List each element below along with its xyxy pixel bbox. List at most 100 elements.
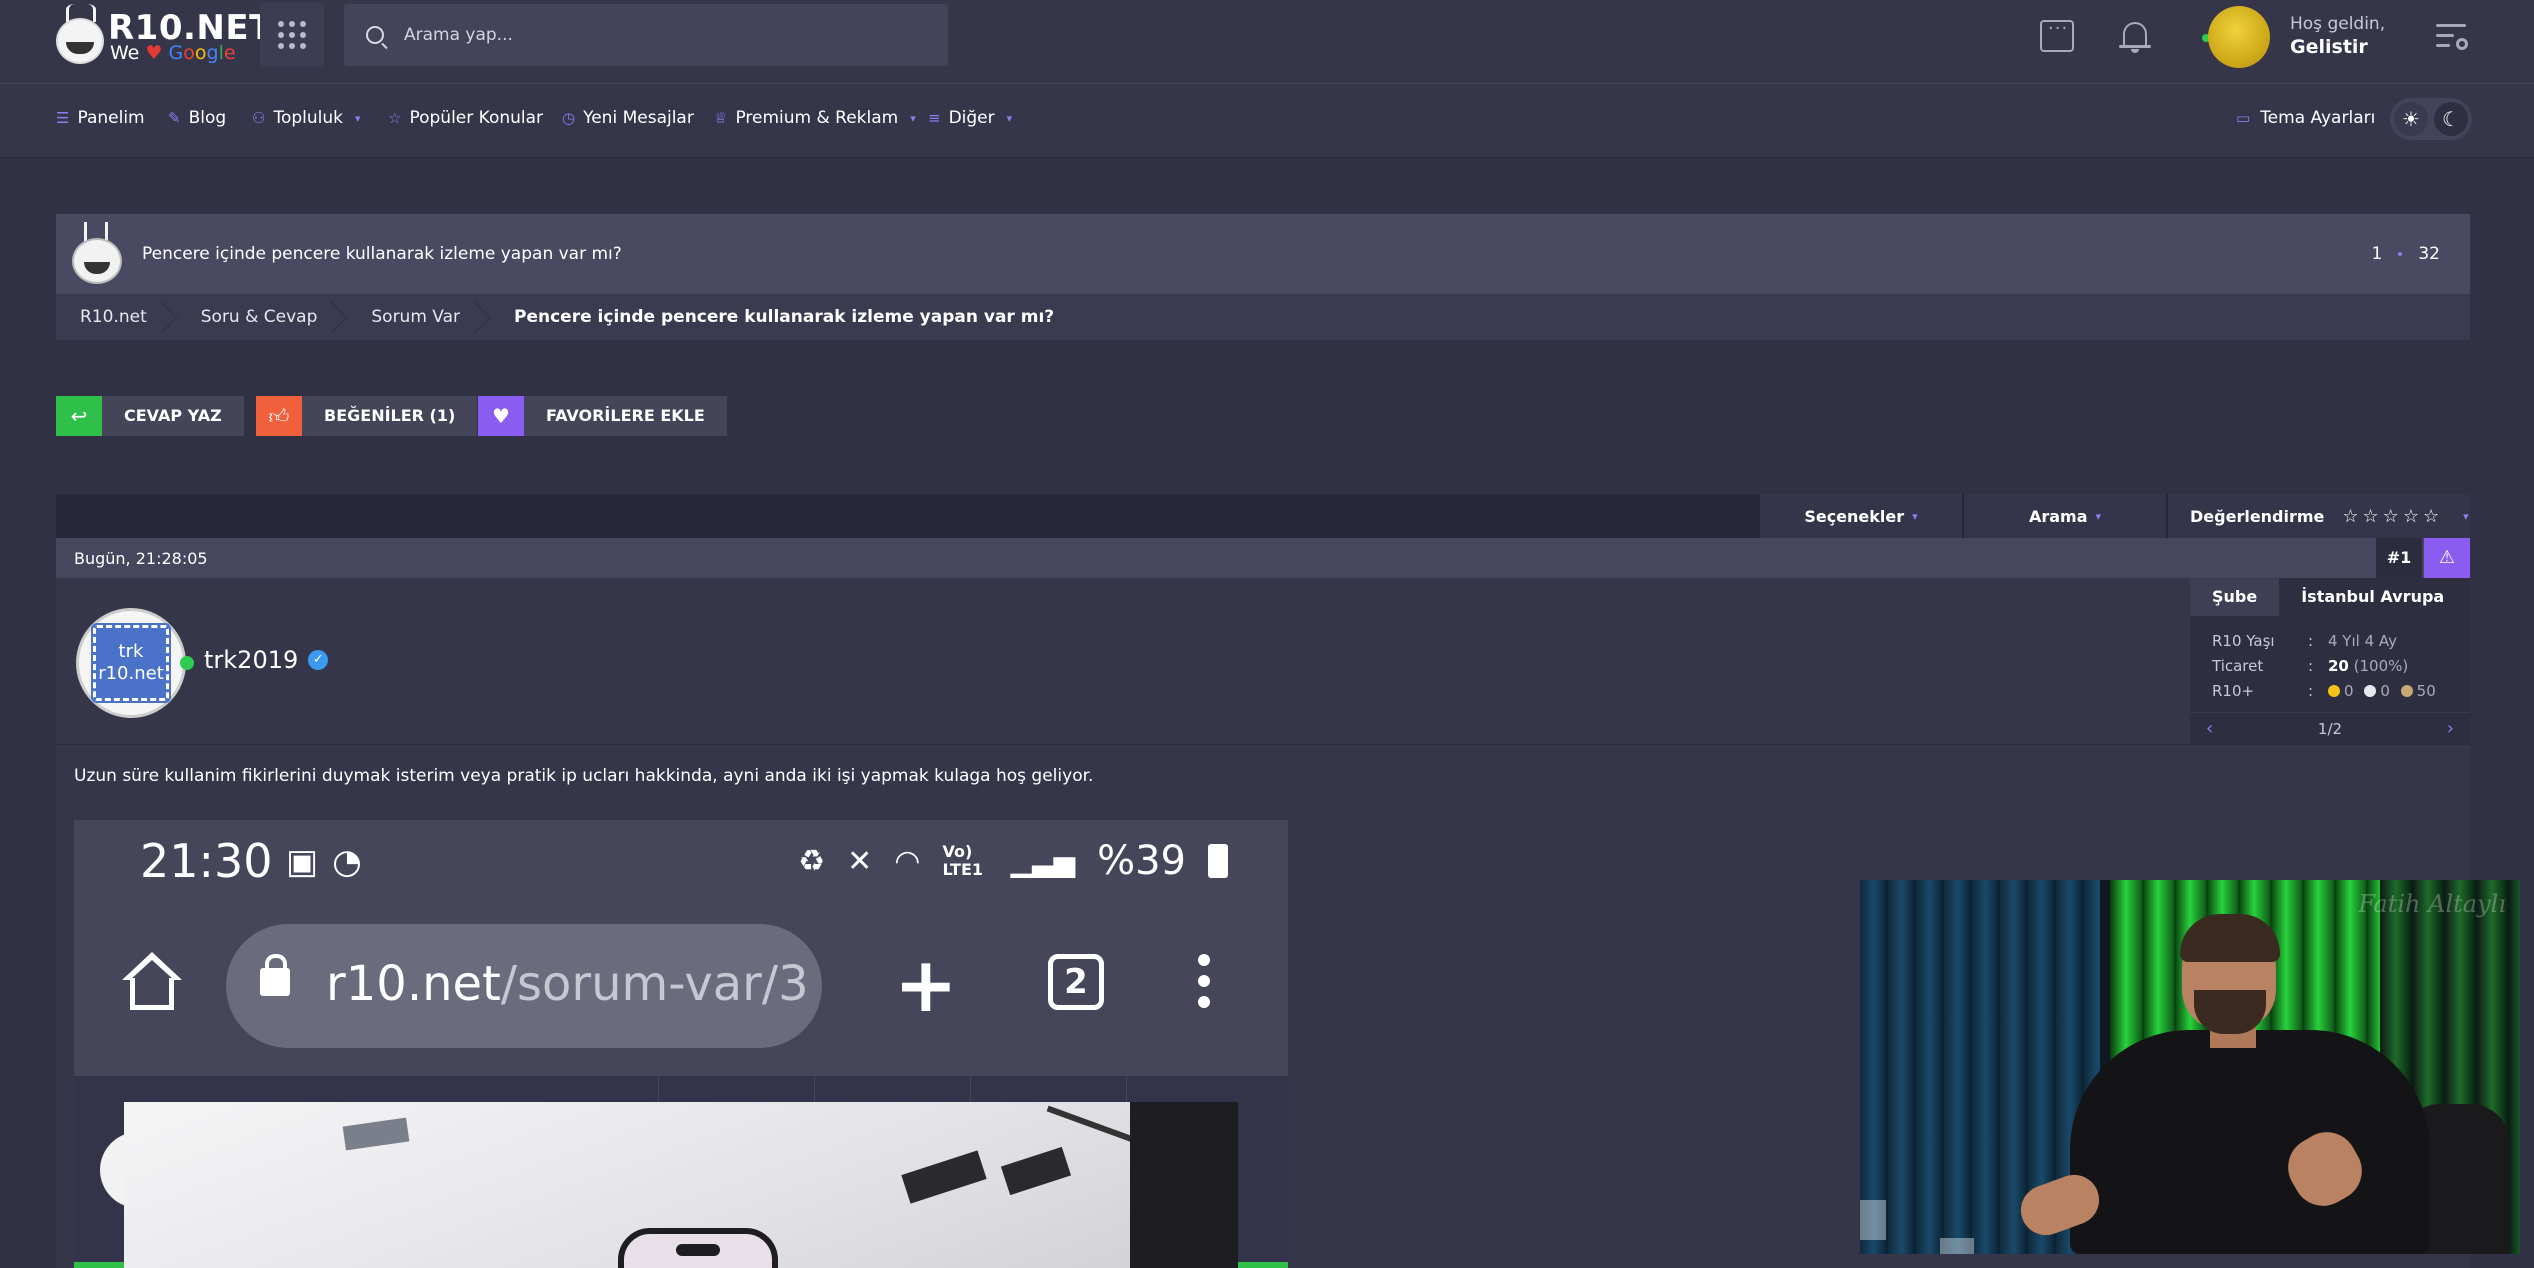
welcome-text: Hoş geldin, [2290,14,2386,34]
rating-dropdown[interactable]: Değerlendirme ☆☆☆☆☆ ▾ [2168,494,2470,538]
phone-browser-bar: r10.net/sorum-var/3 + 2 [74,910,1288,1076]
breadcrumb-item[interactable]: R10.net [56,294,177,340]
post-date: Bugün, 21:28:05 [74,549,208,568]
signal-icon: ▁▃▅ [1010,844,1076,878]
mute-icon: ✕ [847,843,873,879]
post-text: Uzun süre kullanim fikirlerini duymak is… [74,766,1094,786]
bronze-coin-icon [2400,685,2413,697]
tab-count: 2 [1048,954,1104,1010]
nav-populer-konular[interactable]: ☆ Popüler Konular [388,108,543,128]
thread-title: Pencere içinde pencere kullanarak izleme… [142,244,622,264]
add-favorite-button[interactable]: ♥ FAVORİLERE EKLE [478,396,727,436]
thread-pagination: 1 32 [2372,244,2440,264]
phone-status-bar: 21:30 ▣◔ ♻ ✕ ◠ Vo) LTE1 ▁▃▅ %39 [74,820,1288,910]
header-username[interactable]: Gelistir [2290,36,2368,58]
nav-premium-reklam[interactable]: ♕ Premium & Reklam ▾ [714,108,916,128]
post-header: Bugün, 21:28:05 #1 ⚠ [56,538,2470,578]
trophy-icon: ♕ [714,109,728,127]
breadcrumb: R10.net Soru & Cevap Sorum Var Pencere i… [56,294,2470,340]
chevron-down-icon: ▾ [2095,509,2102,523]
info-row: R10 Yaşı: 4 Yıl 4 Ay [2212,632,2398,650]
moon-icon[interactable]: ☾ [2434,102,2468,136]
nav-panelim[interactable]: ☰ Panelim [56,108,145,128]
breadcrumb-item[interactable]: Soru & Cevap [177,294,348,340]
nav-yeni-mesajlar[interactable]: ◷ Yeni Mesajlar [562,108,694,128]
phone-time: 21:30 [140,834,273,888]
site-logo[interactable]: R10.NET We ♥ Google [56,4,272,64]
pagination-separator [2398,252,2403,256]
chevron-left-icon[interactable]: ‹ [2206,718,2213,739]
gallery-whatsapp-icons: ▣◔ [286,842,376,882]
messages-icon[interactable] [2040,18,2074,52]
author-online-dot [180,656,194,670]
pip-video-thumbnail [124,1102,1238,1268]
nav-diger[interactable]: ≡ Diğer ▾ [928,108,1012,128]
chevron-down-icon: ▾ [354,111,361,125]
lock-icon [260,954,290,996]
author-name[interactable]: trk2019 ✓ [204,646,329,674]
author-avatar[interactable]: trk r10.net [76,608,186,718]
info-row: Ticaret: 20 (100%) [2212,657,2409,675]
calendar-icon: ▭ [2236,109,2251,127]
chevron-right-icon[interactable]: › [2447,718,2454,739]
chevron-down-icon: ▾ [1006,111,1013,125]
post-image[interactable]: 21:30 ▣◔ ♻ ✕ ◠ Vo) LTE1 ▁▃▅ %39 r10.net/… [74,820,1288,1268]
user-avatar[interactable] [2208,6,2270,68]
tab-istanbul-avrupa[interactable]: İstanbul Avrupa [2279,578,2466,616]
search-icon [366,26,384,44]
gold-coin-icon [2328,685,2340,697]
mascot-icon [72,220,122,284]
theme-settings-link[interactable]: ▭ Tema Ayarları [2236,108,2375,128]
tab-sube[interactable]: Şube [2190,578,2280,616]
more-vert-icon [1198,954,1210,1017]
author-info-panel: Şube İstanbul Avrupa R10 Yaşı: 4 Yıl 4 A… [2190,578,2470,744]
chevron-down-icon: ▾ [1912,509,1918,523]
main-nav: ☰ Panelim ✎ Blog ⚇ Topluluk ▾ ☆ Popüler … [0,84,2534,158]
sun-icon[interactable]: ☀ [2394,102,2428,136]
silver-coin-icon [2364,685,2377,697]
users-icon: ⚇ [252,109,266,127]
reply-icon: ↩ [56,396,102,436]
post-number[interactable]: #1 [2376,538,2422,578]
phone-url-field: r10.net/sorum-var/3 [226,924,822,1048]
picture-in-picture-video[interactable]: Fatih Altaylı [1860,880,2520,1254]
search-box [344,4,948,66]
breadcrumb-current: Pencere içinde pencere kullanarak izleme… [514,307,1055,327]
info-pager: ‹ 1/2 › [2190,712,2470,744]
verified-icon: ✓ [308,650,329,670]
battery-icon [1208,844,1228,878]
breadcrumb-item[interactable]: Sorum Var [347,294,490,340]
feather-icon: ✎ [168,109,181,127]
post-toolbar: Seçenekler ▾ Arama ▾ Değerlendirme ☆☆☆☆☆… [56,494,2470,538]
page-last[interactable]: 32 [2418,244,2440,264]
rating-stars[interactable]: ☆☆☆☆☆ [2342,506,2443,527]
search-input[interactable] [404,25,924,45]
notifications-icon[interactable] [2118,20,2152,53]
options-dropdown[interactable]: Seçenekler ▾ [1760,494,1962,538]
settings-menu-icon[interactable] [2436,24,2468,50]
theme-toggle[interactable]: ☀ ☾ [2390,98,2472,140]
likes-button[interactable]: 👍︎ BEĞENİLER (1) [256,396,478,436]
star-icon: ☆ [388,109,402,127]
home-icon [122,952,182,1012]
reply-button[interactable]: ↩ CEVAP YAZ [56,396,244,436]
heart-icon: ♥ [145,42,163,64]
logo-tagline: We ♥ Google [110,42,236,64]
page-current[interactable]: 1 [2372,244,2383,264]
info-row: R10+: 0 0 50 [2212,682,2436,700]
heart-icon: ♥ [478,396,524,436]
chevron-down-icon: ▾ [910,111,916,125]
logo-mascot-icon [56,18,104,64]
nav-blog[interactable]: ✎ Blog [168,108,226,128]
smartphone-image [618,1228,778,1268]
clock-icon: ◷ [562,109,576,127]
chevron-down-icon: ▾ [2463,509,2469,523]
thread-title-bar: Pencere içinde pencere kullanarak izleme… [56,214,2470,294]
report-icon[interactable]: ⚠ [2424,538,2470,578]
top-header: R10.NET We ♥ Google Hoş geldin, Gelistir [0,0,2534,84]
nav-topluluk[interactable]: ⚇ Topluluk ▾ [252,108,361,128]
grid-icon [278,21,306,49]
thread-search-dropdown[interactable]: Arama ▾ [1964,494,2166,538]
apps-menu-button[interactable] [260,3,324,67]
network-label: Vo) LTE1 [942,842,984,879]
